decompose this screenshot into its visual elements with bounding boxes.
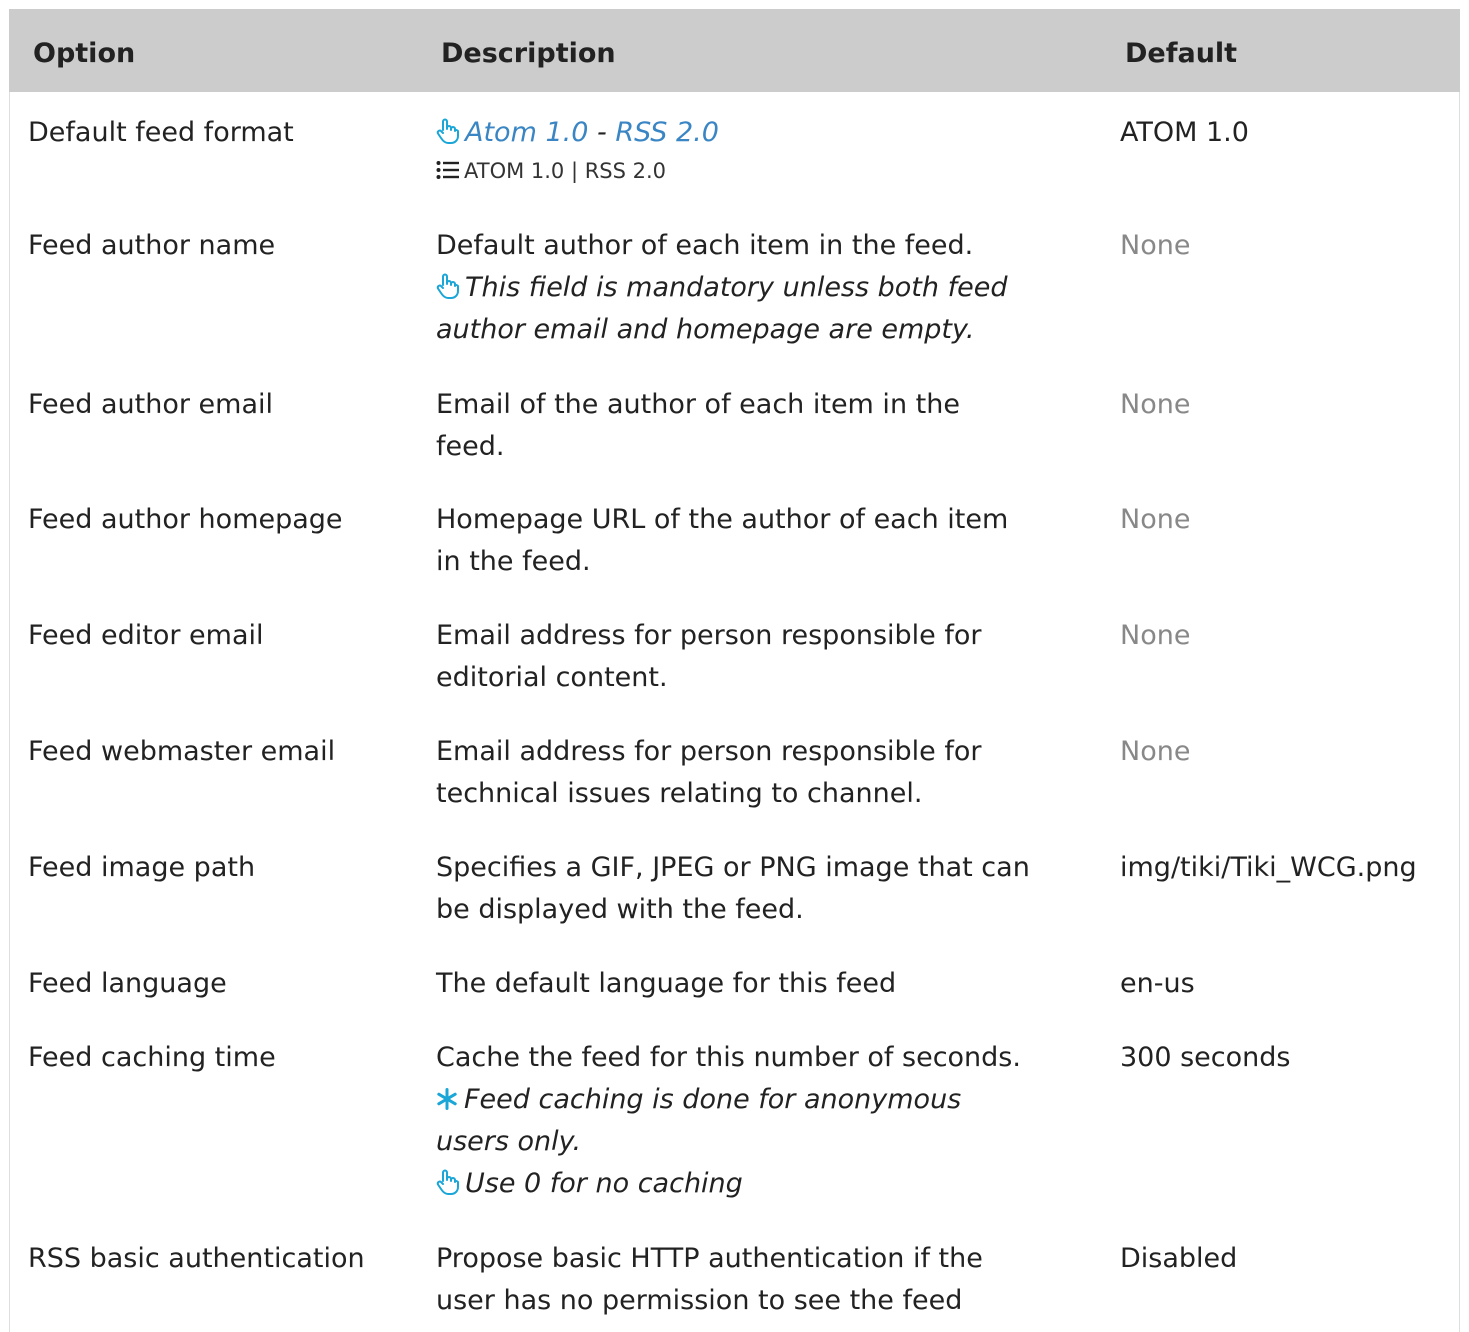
- table-header: Option Description Default: [9, 9, 1460, 92]
- header-default: Default: [1125, 38, 1238, 69]
- tip-text: This field is mandatory unless both feed: [465, 272, 1008, 303]
- option-name: Feed author homepage: [28, 504, 343, 535]
- option-name: Feed editor email: [28, 620, 264, 651]
- option-name: RSS basic authentication: [28, 1243, 365, 1274]
- tip-text: author email and homepage are empty.: [436, 314, 975, 345]
- option-name: Feed author email: [28, 389, 274, 420]
- hand-pointer-icon: [436, 1169, 459, 1195]
- asterisk-icon: [437, 1088, 457, 1110]
- option-description: Email address for person responsible for…: [436, 615, 1096, 699]
- description-text: Default author of each item in the feed.: [436, 230, 974, 261]
- description-text: editorial content.: [436, 662, 668, 693]
- option-name: Feed image path: [28, 852, 256, 883]
- link-separator: -: [588, 117, 616, 148]
- default-value: None: [1120, 389, 1191, 420]
- default-value: None: [1120, 230, 1191, 261]
- default-value: ATOM 1.0: [1120, 117, 1249, 148]
- description-text: Email address for person responsible for: [436, 620, 982, 651]
- option-name: Feed author name: [28, 230, 276, 261]
- default-value: img/tiki/Tiki_WCG.png: [1120, 852, 1417, 883]
- default-value: en-us: [1120, 968, 1195, 999]
- option-description: Atom 1.0 - RSS 2.0 ATOM 1.0 | RSS 2.0: [436, 112, 1096, 188]
- description-text: technical issues relating to channel.: [436, 778, 923, 809]
- list-icon: [436, 161, 459, 179]
- preferences-table: Option Description Default Default feed …: [9, 9, 1460, 1332]
- option-description: Default author of each item in the feed.…: [436, 225, 1096, 351]
- description-text: user has no permission to see the feed: [436, 1285, 963, 1316]
- warning-text: Feed caching is done for anonymous: [464, 1084, 962, 1115]
- option-name: Feed language: [28, 968, 227, 999]
- warning-text: users only.: [436, 1126, 582, 1157]
- option-name: Feed webmaster email: [28, 736, 336, 767]
- option-description: Propose basic HTTP authentication if the…: [436, 1238, 1096, 1322]
- table-body: Default feed format Atom 1.0 - RSS 2.0 A…: [9, 92, 1460, 1332]
- description-text: be displayed with the feed.: [436, 894, 804, 925]
- default-value: Disabled: [1120, 1243, 1238, 1274]
- option-description: Specifies a GIF, JPEG or PNG image that …: [436, 847, 1096, 931]
- option-description: Cache the feed for this number of second…: [436, 1037, 1096, 1205]
- description-text: in the feed.: [436, 546, 591, 577]
- option-description: The default language for this feed: [436, 963, 1096, 1005]
- description-text: Propose basic HTTP authentication if the: [436, 1243, 983, 1274]
- description-text: Homepage URL of the author of each item: [436, 504, 1009, 535]
- description-text: feed.: [436, 431, 505, 462]
- tip-text: Use 0 for no caching: [465, 1168, 743, 1199]
- description-text: Cache the feed for this number of second…: [436, 1042, 1021, 1073]
- description-text: Email address for person responsible for: [436, 736, 982, 767]
- option-description: Homepage URL of the author of each item …: [436, 499, 1096, 583]
- option-name: Feed caching time: [28, 1042, 276, 1073]
- default-value: 300 seconds: [1120, 1042, 1291, 1073]
- hand-pointer-icon: [436, 118, 459, 144]
- hand-pointer-icon: [436, 273, 459, 299]
- atom-link[interactable]: Atom 1.0: [465, 117, 588, 148]
- description-text: The default language for this feed: [436, 968, 897, 999]
- header-option: Option: [33, 38, 136, 69]
- option-name: Default feed format: [28, 117, 294, 148]
- rss-link[interactable]: RSS 2.0: [615, 117, 719, 148]
- option-description: Email of the author of each item in the …: [436, 384, 1096, 468]
- description-text: Email of the author of each item in the: [436, 389, 960, 420]
- default-value: None: [1120, 736, 1191, 767]
- possible-values: ATOM 1.0 | RSS 2.0: [464, 159, 667, 183]
- default-value: None: [1120, 620, 1191, 651]
- description-text: Specifies a GIF, JPEG or PNG image that …: [436, 852, 1030, 883]
- header-description: Description: [441, 38, 616, 69]
- option-description: Email address for person responsible for…: [436, 731, 1096, 815]
- default-value: None: [1120, 504, 1191, 535]
